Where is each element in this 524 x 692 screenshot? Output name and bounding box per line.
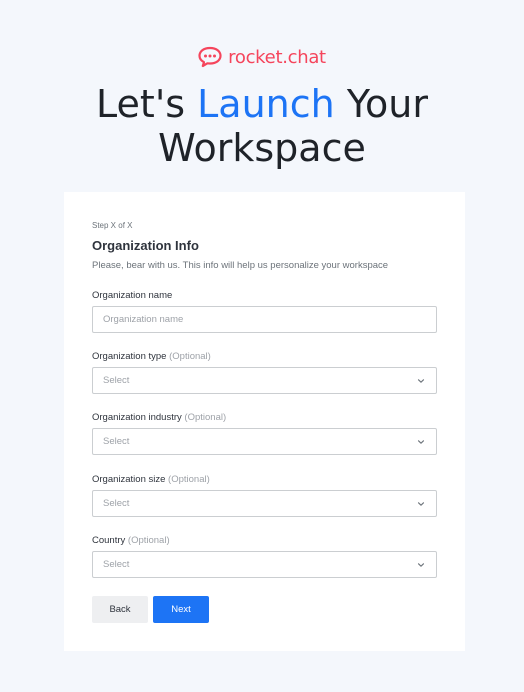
form-title: Organization Info: [92, 238, 199, 253]
country-label-text: Country: [92, 535, 126, 546]
headline-line2: Workspace: [158, 126, 366, 170]
org-type-value: Select: [103, 375, 130, 386]
org-size-select[interactable]: Select: [92, 490, 437, 517]
next-button[interactable]: Next: [153, 596, 209, 623]
org-type-optional: (Optional): [169, 351, 211, 362]
country-optional: (Optional): [127, 535, 170, 546]
org-industry-value: Select: [103, 436, 130, 447]
org-size-label-text: Organization size: [92, 474, 166, 485]
brand-name: rocket.chat: [228, 46, 326, 68]
org-type-label-text: Organization type: [92, 351, 167, 362]
chevron-down-icon: [417, 501, 425, 506]
org-industry-select[interactable]: Select: [92, 428, 437, 455]
headline-part2: Your: [334, 82, 428, 126]
brand-logo: rocket.chat: [0, 46, 524, 68]
country-value: Select: [103, 559, 130, 570]
headline-part1: Let's: [96, 82, 198, 126]
step-indicator: Step X of X: [92, 221, 133, 230]
organization-info-card: Step X of X Organization Info Please, be…: [64, 192, 465, 651]
org-size-value: Select: [103, 498, 130, 509]
chevron-down-icon: [417, 562, 425, 567]
chevron-down-icon: [417, 439, 425, 444]
form-subtitle: Please, bear with us. This info will hel…: [92, 260, 389, 271]
org-name-input[interactable]: [92, 306, 437, 333]
chevron-down-icon: [417, 378, 425, 383]
headline-accent: Launch: [197, 82, 335, 126]
org-name-label-text: Organization name: [92, 290, 173, 301]
org-size-optional: (Optional): [168, 474, 210, 485]
page-headline: Let's Launch Your Workspace: [0, 82, 524, 170]
org-industry-label: Organization industry (Optional): [92, 412, 226, 423]
org-industry-optional: (Optional): [184, 412, 227, 423]
org-name-label: Organization name: [92, 290, 172, 301]
org-type-select[interactable]: Select: [92, 367, 437, 394]
org-type-label: Organization type (Optional): [92, 351, 211, 362]
org-size-label: Organization size (Optional): [92, 474, 210, 485]
rocket-chat-logo-icon: [198, 46, 222, 68]
country-select[interactable]: Select: [92, 551, 437, 578]
country-label: Country (Optional): [92, 535, 170, 546]
back-button[interactable]: Back: [92, 596, 148, 623]
org-industry-label-text: Organization industry: [92, 412, 182, 423]
